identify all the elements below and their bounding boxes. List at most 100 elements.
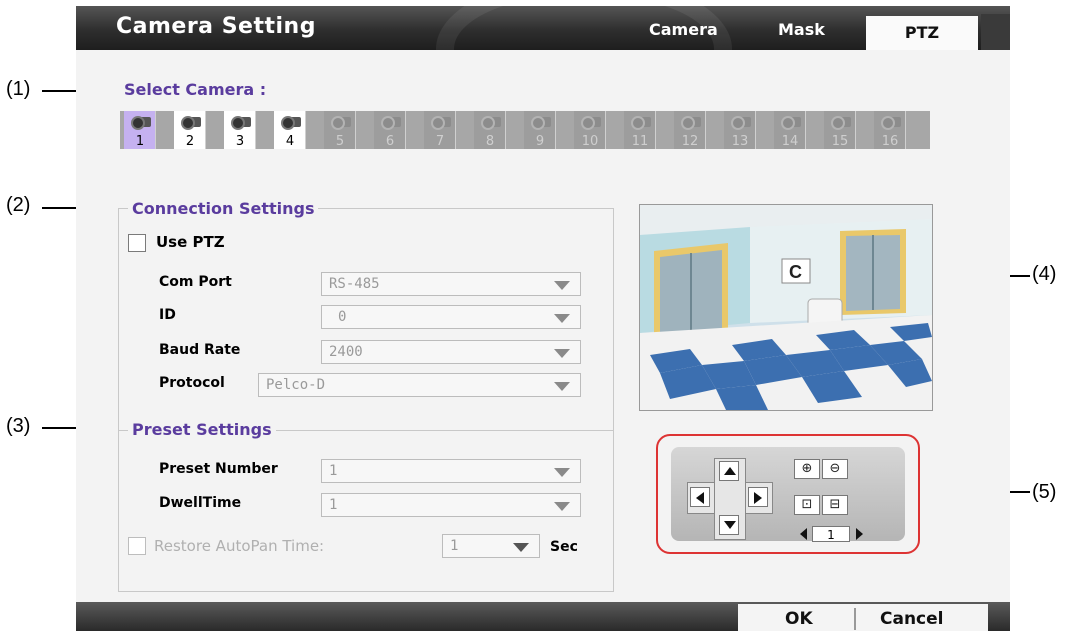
pan-left-button[interactable] — [690, 487, 710, 507]
chevron-down-icon — [554, 314, 570, 323]
preset-number-value: 1 — [329, 463, 338, 479]
arrow-right-icon — [754, 492, 762, 504]
camera-icon — [381, 114, 401, 130]
camera-icon — [481, 114, 501, 130]
callout-2: (2) — [6, 194, 31, 216]
camera-button-1[interactable]: 1 — [124, 111, 156, 149]
tab-camera[interactable]: Camera — [649, 20, 718, 39]
com-port-dropdown[interactable]: RS-485 — [321, 272, 581, 296]
arrow-up-icon — [724, 467, 736, 475]
id-dropdown[interactable]: 0 — [321, 305, 581, 329]
elevator-lobby-image: C — [640, 205, 932, 410]
restore-autopan-label: Restore AutoPan Time: — [154, 537, 325, 555]
select-camera-label: Select Camera : — [124, 80, 267, 99]
camera-button-5[interactable]: 5 — [324, 111, 356, 149]
arrow-down-icon — [724, 521, 736, 529]
camera-number: 1 — [135, 134, 145, 149]
chevron-down-icon — [554, 502, 570, 511]
camera-button-2[interactable]: 2 — [174, 111, 206, 149]
baud-rate-dropdown[interactable]: 2400 — [321, 340, 581, 364]
camera-number: 8 — [485, 134, 495, 149]
camera-button-3[interactable]: 3 — [224, 111, 256, 149]
camera-number: 10 — [581, 134, 599, 149]
cancel-button[interactable]: Cancel — [880, 609, 943, 629]
camera-button-9[interactable]: 9 — [524, 111, 556, 149]
camera-button-6[interactable]: 6 — [374, 111, 406, 149]
com-port-label: Com Port — [159, 274, 232, 290]
zoom-in-button[interactable]: ⊕ — [794, 459, 820, 479]
svg-text:C: C — [789, 262, 802, 282]
camera-setting-window: Camera Setting Camera Mask PTZ Select Ca… — [76, 6, 1010, 631]
camera-icon — [131, 114, 151, 130]
protocol-dropdown[interactable]: Pelco-D — [258, 373, 581, 397]
chevron-down-icon — [554, 468, 570, 477]
speed-decrease-icon[interactable] — [800, 528, 807, 540]
camera-button-11[interactable]: 11 — [624, 111, 656, 149]
protocol-value: Pelco-D — [266, 377, 326, 393]
camera-number: 6 — [385, 134, 395, 149]
chevron-down-icon — [554, 382, 570, 391]
camera-button-15[interactable]: 15 — [824, 111, 856, 149]
arrow-left-icon — [696, 492, 704, 504]
camera-icon — [731, 114, 751, 130]
dwell-time-dropdown[interactable]: 1 — [321, 493, 581, 517]
restore-autopan-value: 1 — [450, 538, 459, 554]
zoom-out-icon: ⊖ — [829, 461, 841, 476]
camera-icon — [781, 114, 801, 130]
camera-button-8[interactable]: 8 — [474, 111, 506, 149]
camera-number: 7 — [435, 134, 445, 149]
tab-ptz[interactable]: PTZ — [866, 16, 978, 50]
camera-button-7[interactable]: 7 — [424, 111, 456, 149]
dwell-time-label: DwellTime — [159, 495, 242, 511]
baud-rate-value: 2400 — [329, 344, 363, 360]
callout-3: (3) — [6, 415, 31, 437]
camera-button-13[interactable]: 13 — [724, 111, 756, 149]
id-value: 0 — [338, 309, 347, 325]
pan-right-button[interactable] — [748, 487, 768, 507]
camera-icon — [331, 114, 351, 130]
speed-increase-icon[interactable] — [856, 528, 863, 540]
callout-5: (5) — [1032, 481, 1057, 503]
focus-near-button[interactable]: ⊡ — [794, 495, 820, 515]
chevron-down-icon — [554, 349, 570, 358]
camera-icon — [531, 114, 551, 130]
camera-icon — [181, 114, 201, 130]
focus-far-button[interactable]: ⊟ — [822, 495, 848, 515]
pan-up-button[interactable] — [719, 461, 739, 481]
camera-number: 13 — [731, 134, 749, 149]
ok-button[interactable]: OK — [785, 609, 813, 629]
camera-icon — [831, 114, 851, 130]
ptz-speed-value: 1 — [812, 526, 850, 542]
camera-icon — [681, 114, 701, 130]
restore-autopan-dropdown[interactable]: 1 — [442, 534, 540, 558]
pan-down-button[interactable] — [719, 515, 739, 535]
callout-1: (1) — [6, 78, 31, 100]
preset-number-dropdown[interactable]: 1 — [321, 459, 581, 483]
preset-number-label: Preset Number — [159, 461, 278, 477]
camera-button-16[interactable]: 16 — [874, 111, 906, 149]
use-ptz-checkbox[interactable] — [128, 234, 146, 252]
camera-button-10[interactable]: 10 — [574, 111, 606, 149]
camera-button-14[interactable]: 14 — [774, 111, 806, 149]
restore-autopan-unit: Sec — [550, 539, 578, 555]
camera-icon — [581, 114, 601, 130]
restore-autopan-checkbox[interactable] — [128, 537, 146, 555]
camera-button-4[interactable]: 4 — [274, 111, 306, 149]
focus-out-icon: ⊟ — [829, 497, 841, 512]
tab-mask[interactable]: Mask — [778, 20, 825, 39]
camera-number: 16 — [881, 134, 899, 149]
zoom-in-icon: ⊕ — [801, 461, 813, 476]
baud-rate-label: Baud Rate — [159, 342, 241, 358]
camera-number: 15 — [831, 134, 849, 149]
camera-preview: C — [639, 204, 933, 411]
chevron-down-icon — [513, 543, 529, 552]
camera-icon — [631, 114, 651, 130]
camera-button-12[interactable]: 12 — [674, 111, 706, 149]
camera-selector-strip: 1 2 3 4 5 6 7 8 9 10 11 12 13 14 15 16 — [120, 111, 930, 149]
zoom-out-button[interactable]: ⊖ — [822, 459, 848, 479]
chevron-down-icon — [554, 281, 570, 290]
camera-icon — [881, 114, 901, 130]
camera-number: 4 — [285, 134, 295, 149]
camera-number: 9 — [535, 134, 545, 149]
protocol-label: Protocol — [159, 375, 225, 391]
